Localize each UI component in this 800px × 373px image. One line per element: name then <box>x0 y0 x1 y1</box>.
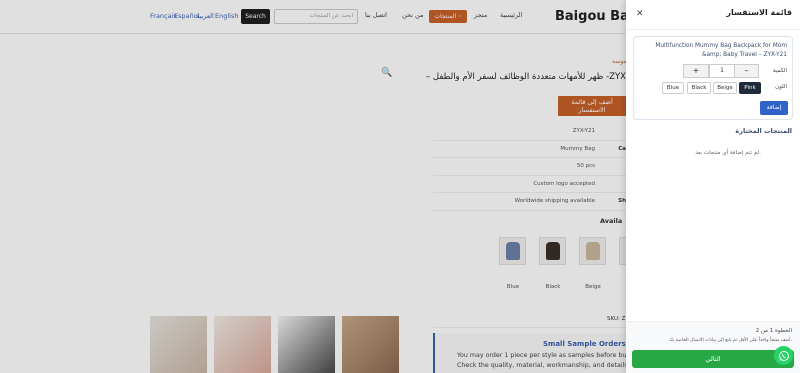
color-option-beige[interactable]: Beige <box>713 82 737 94</box>
page: Baigou Bag Fa الرئيسية متجر المنتجات ◦ م… <box>0 0 800 373</box>
selected-products-title: المنتجات المختارة <box>735 127 792 135</box>
color-option-pink[interactable]: Pink <box>739 82 761 94</box>
whatsapp-icon[interactable] <box>774 346 793 365</box>
quantity-input[interactable]: 1 <box>709 64 735 78</box>
step-hint: أضف منتجاً واحداً على الأقل ثم تابع إلى … <box>669 338 792 343</box>
color-label: اللون <box>775 84 787 90</box>
empty-message: لم تتم إضافة أي منتجات بعد. <box>695 150 761 156</box>
drawer-header: ✕ قائمة الاستفسار <box>626 0 800 30</box>
quantity-decrease-button[interactable]: – <box>734 64 759 78</box>
item-name: Multifunction Mummy Bag Backpack for Mom… <box>655 43 787 58</box>
step-indicator: الخطوة 1 من 2 <box>755 328 792 334</box>
next-button[interactable]: التالي <box>632 350 794 368</box>
drawer-footer: الخطوة 1 من 2 أضف منتجاً واحداً على الأق… <box>626 321 800 373</box>
quantity-label: الكمية <box>772 68 787 74</box>
modal-overlay[interactable] <box>0 0 626 373</box>
enquiry-drawer: ✕ قائمة الاستفسار Multifunction Mummy Ba… <box>626 0 800 373</box>
color-option-black[interactable]: Black <box>687 82 711 94</box>
add-item-button[interactable]: إضافة <box>760 101 788 115</box>
close-icon[interactable]: ✕ <box>636 9 644 19</box>
quantity-increase-button[interactable]: + <box>683 64 709 78</box>
enquiry-item-card: Multifunction Mummy Bag Backpack for Mom… <box>633 36 793 120</box>
drawer-title: قائمة الاستفسار <box>726 8 792 17</box>
color-option-blue[interactable]: Blue <box>662 82 684 94</box>
